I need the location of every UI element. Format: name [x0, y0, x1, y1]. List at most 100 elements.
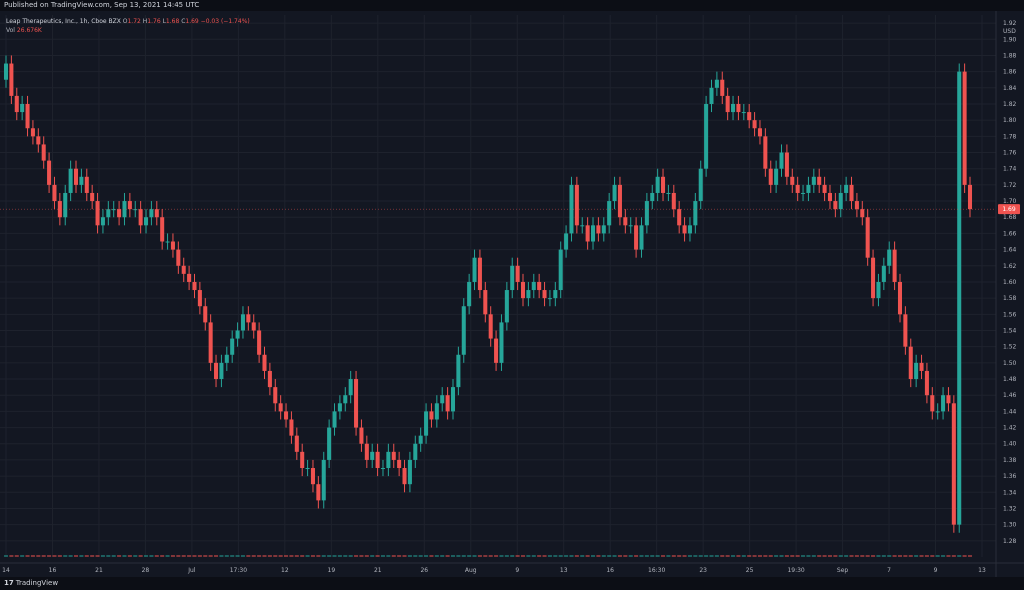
candle-body — [278, 403, 283, 412]
candle-body — [784, 152, 789, 177]
candle-body — [547, 298, 552, 300]
y-tick-label: 1.54 — [1003, 327, 1017, 334]
volume-bar — [397, 555, 402, 557]
y-tick-label: 1.28 — [1003, 538, 1017, 545]
candle-body — [63, 192, 68, 218]
candle-body — [817, 176, 822, 185]
y-tick-label: 1.72 — [1003, 182, 1017, 189]
candle-body — [757, 128, 762, 137]
candle-body — [612, 184, 617, 202]
chart-area[interactable]: 1.69 1.92 1.90 1.88 1.86 1.84 1.82 1.80 1.78 1.76… — [0, 11, 1024, 577]
volume-bar — [580, 555, 585, 557]
candle-body — [601, 225, 606, 234]
candle-body — [203, 306, 208, 323]
volume-bar — [763, 555, 768, 557]
candle-body — [892, 249, 897, 282]
candlestick-chart[interactable]: 1.69 1.92 1.90 1.88 1.86 1.84 1.82 1.80 1.78 1.76… — [0, 11, 1024, 577]
candle-body — [386, 451, 391, 469]
candle-body — [402, 468, 407, 485]
candle-body — [47, 160, 52, 185]
volume-bar — [68, 555, 73, 557]
candle-body — [348, 379, 353, 396]
candle-body — [181, 265, 186, 274]
volume-bar — [9, 555, 14, 557]
y-tick-label: 1.36 — [1003, 473, 1017, 480]
volume-bar — [661, 555, 666, 557]
y-tick-label: 1.78 — [1003, 133, 1017, 140]
candle-body — [946, 395, 951, 404]
candle-body — [838, 192, 843, 210]
volume-bar — [833, 555, 838, 557]
volume-bar — [871, 555, 876, 557]
candle-body — [779, 152, 784, 169]
candle-body — [537, 281, 542, 291]
volume-bar — [20, 555, 25, 557]
volume-bar — [14, 555, 19, 557]
open-value: 1.72 — [127, 18, 141, 25]
volume-bar — [644, 555, 649, 557]
candle-body — [596, 225, 601, 234]
volume-bar — [671, 555, 676, 557]
volume-bar — [165, 555, 170, 557]
volume-bar — [801, 555, 806, 557]
volume-bar — [57, 555, 62, 557]
candle-body — [84, 176, 89, 193]
candle-body — [504, 290, 509, 323]
volume-bar — [795, 555, 800, 557]
volume-bar — [73, 555, 79, 557]
volume-bar — [865, 555, 870, 557]
y-tick-label: 1.80 — [1003, 117, 1017, 124]
candle-body — [289, 419, 294, 436]
candle-body — [871, 257, 876, 299]
volume-bar — [467, 555, 472, 557]
candle-body — [14, 95, 19, 113]
y-tick-label: 1.32 — [1003, 505, 1017, 512]
volume-bar — [569, 555, 574, 557]
volume-bar — [47, 555, 52, 557]
x-tick-label: 21 — [374, 567, 382, 574]
x-tick-label: 9 — [934, 567, 938, 574]
candle-body — [709, 87, 714, 104]
volume-bar — [838, 555, 843, 557]
high-value: 1.76 — [147, 18, 161, 25]
volume-bar — [208, 555, 213, 557]
volume-bar — [811, 555, 816, 557]
volume-bar — [380, 555, 386, 557]
volume-bar — [504, 555, 509, 557]
candle-body — [41, 144, 46, 161]
candle-body — [617, 184, 622, 218]
volume-bar — [52, 555, 57, 557]
volume-bar — [623, 555, 628, 557]
candle-body — [450, 387, 456, 412]
volume-bar — [558, 555, 563, 557]
y-tick-label: 1.84 — [1003, 85, 1017, 92]
candle-body — [520, 281, 526, 299]
volume-bar — [564, 555, 569, 557]
candle-body — [698, 168, 703, 202]
candle-body — [165, 241, 170, 243]
volume-bar — [537, 555, 542, 557]
x-tick-label: 28 — [142, 567, 150, 574]
candle-body — [257, 330, 262, 355]
volume-bar — [418, 555, 423, 557]
candle-body — [79, 176, 84, 185]
candle-body — [310, 468, 315, 485]
volume-bar — [144, 555, 149, 557]
candle-body — [445, 395, 450, 412]
candle-body — [962, 71, 967, 185]
volume-bar — [300, 555, 305, 557]
x-tick-label: 16:30 — [648, 567, 665, 574]
volume-bar — [822, 555, 827, 557]
candle-body — [219, 362, 224, 380]
candle-body — [127, 201, 132, 210]
candle-body — [364, 443, 369, 460]
x-tick-label: Aug — [465, 567, 477, 574]
volume-bar — [757, 555, 762, 557]
candle-body — [224, 354, 229, 363]
volume-bar — [494, 555, 499, 557]
current-price-label: 1.69 — [1002, 206, 1016, 213]
volume-bar — [445, 555, 450, 557]
volume-bar — [434, 555, 439, 557]
candle-body — [714, 79, 719, 88]
volume-bar — [170, 555, 175, 557]
